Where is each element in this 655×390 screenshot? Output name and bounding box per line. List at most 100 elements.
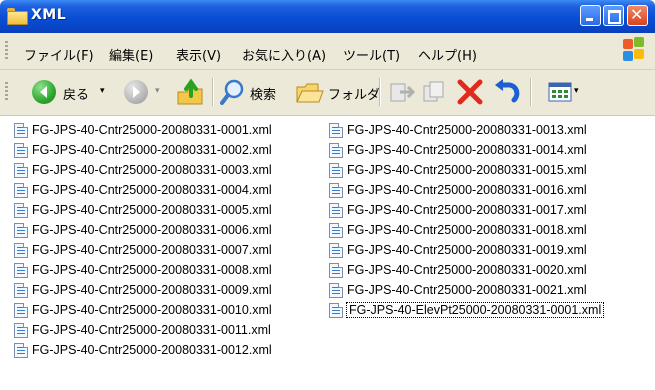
menu-grip[interactable] bbox=[5, 41, 8, 61]
xml-file-icon bbox=[329, 282, 343, 298]
window-title: XML bbox=[31, 7, 67, 23]
xml-file-icon bbox=[329, 302, 343, 318]
xml-file-icon bbox=[329, 262, 343, 278]
folders-button[interactable]: フォルダ bbox=[296, 78, 380, 106]
undo-icon bbox=[495, 79, 520, 103]
move-to-button[interactable] bbox=[388, 78, 418, 106]
file-name: FG-JPS-40-Cntr25000-20080331-0017.xml bbox=[347, 203, 587, 217]
file-item[interactable]: FG-JPS-40-Cntr25000-20080331-0018.xml bbox=[329, 221, 587, 239]
delete-button[interactable] bbox=[456, 78, 486, 106]
file-item[interactable]: FG-JPS-40-Cntr25000-20080331-0016.xml bbox=[329, 181, 587, 199]
file-list[interactable]: FG-JPS-40-Cntr25000-20080331-0001.xml FG… bbox=[0, 116, 655, 390]
file-name: FG-JPS-40-Cntr25000-20080331-0009.xml bbox=[32, 283, 272, 297]
xml-file-icon bbox=[329, 222, 343, 238]
file-item[interactable]: FG-JPS-40-Cntr25000-20080331-0007.xml bbox=[14, 241, 272, 259]
file-item[interactable]: FG-JPS-40-Cntr25000-20080331-0010.xml bbox=[14, 301, 272, 319]
menu-view[interactable]: 表示(V) bbox=[176, 45, 221, 64]
file-item[interactable]: FG-JPS-40-Cntr25000-20080331-0005.xml bbox=[14, 201, 272, 219]
back-arrow-icon bbox=[32, 80, 56, 104]
file-item[interactable]: FG-JPS-40-Cntr25000-20080331-0006.xml bbox=[14, 221, 272, 239]
up-folder-icon bbox=[177, 78, 203, 105]
xml-file-icon bbox=[14, 242, 28, 258]
xml-file-icon bbox=[329, 242, 343, 258]
file-item[interactable]: FG-JPS-40-Cntr25000-20080331-0012.xml bbox=[14, 341, 272, 359]
menu-tools[interactable]: ツール(T) bbox=[343, 45, 400, 64]
forward-arrow-icon bbox=[124, 80, 148, 104]
file-name: FG-JPS-40-Cntr25000-20080331-0003.xml bbox=[32, 163, 272, 177]
file-name: FG-JPS-40-Cntr25000-20080331-0001.xml bbox=[32, 123, 272, 137]
menu-edit[interactable]: 編集(E) bbox=[109, 45, 153, 64]
maximize-button[interactable] bbox=[603, 5, 624, 26]
file-item[interactable]: FG-JPS-40-Cntr25000-20080331-0017.xml bbox=[329, 201, 587, 219]
file-item[interactable]: FG-JPS-40-Cntr25000-20080331-0008.xml bbox=[14, 261, 272, 279]
file-name: FG-JPS-40-Cntr25000-20080331-0004.xml bbox=[32, 183, 272, 197]
search-button[interactable]: 検索 bbox=[220, 78, 290, 106]
up-button[interactable] bbox=[176, 78, 208, 106]
views-icon bbox=[548, 82, 572, 102]
file-name: FG-JPS-40-Cntr25000-20080331-0011.xml bbox=[32, 323, 271, 337]
forward-dropdown-icon[interactable]: ▾ bbox=[155, 86, 160, 96]
views-button[interactable]: ▾ bbox=[548, 78, 590, 106]
menu-file[interactable]: ファイル(F) bbox=[24, 45, 94, 64]
xml-file-icon bbox=[329, 202, 343, 218]
toolbar-separator bbox=[530, 78, 532, 106]
close-button[interactable]: ✕ bbox=[627, 5, 648, 26]
search-label: 検索 bbox=[250, 88, 277, 103]
xml-file-icon bbox=[14, 282, 28, 298]
file-name: FG-JPS-40-Cntr25000-20080331-0002.xml bbox=[32, 143, 272, 157]
close-icon: ✕ bbox=[630, 5, 644, 24]
file-item[interactable]: FG-JPS-40-Cntr25000-20080331-0003.xml bbox=[14, 161, 272, 179]
file-item[interactable]: FG-JPS-40-Cntr25000-20080331-0021.xml bbox=[329, 281, 587, 299]
file-item[interactable]: FG-JPS-40-Cntr25000-20080331-0014.xml bbox=[329, 141, 587, 159]
title-bar[interactable]: XML ✕ bbox=[0, 0, 655, 33]
file-item-focused[interactable]: FG-JPS-40-ElevPt25000-20080331-0001.xml bbox=[329, 301, 605, 319]
file-name: FG-JPS-40-Cntr25000-20080331-0015.xml bbox=[347, 163, 587, 177]
copy-to-button[interactable] bbox=[421, 78, 451, 106]
xml-file-icon bbox=[14, 202, 28, 218]
file-name: FG-JPS-40-Cntr25000-20080331-0021.xml bbox=[347, 283, 587, 297]
file-name: FG-JPS-40-Cntr25000-20080331-0007.xml bbox=[32, 243, 272, 257]
file-name: FG-JPS-40-Cntr25000-20080331-0006.xml bbox=[32, 223, 272, 237]
file-item[interactable]: FG-JPS-40-Cntr25000-20080331-0004.xml bbox=[14, 181, 272, 199]
maximize-icon bbox=[608, 10, 621, 24]
toolbar-separator bbox=[212, 78, 214, 106]
file-item[interactable]: FG-JPS-40-Cntr25000-20080331-0001.xml bbox=[14, 121, 272, 139]
file-name: FG-JPS-40-Cntr25000-20080331-0013.xml bbox=[347, 123, 587, 137]
explorer-window: XML ✕ ファイル(F) 編集(E) 表示(V) お気に入り(A) ツール(T… bbox=[0, 0, 655, 390]
minimize-icon bbox=[586, 18, 593, 21]
xml-file-icon bbox=[14, 342, 28, 358]
file-item[interactable]: FG-JPS-40-Cntr25000-20080331-0011.xml bbox=[14, 321, 271, 339]
windows-logo-icon bbox=[622, 37, 646, 65]
back-label: 戻る bbox=[63, 88, 90, 103]
file-item[interactable]: FG-JPS-40-Cntr25000-20080331-0013.xml bbox=[329, 121, 587, 139]
file-name: FG-JPS-40-Cntr25000-20080331-0019.xml bbox=[347, 243, 587, 257]
xml-file-icon bbox=[329, 142, 343, 158]
file-item[interactable]: FG-JPS-40-Cntr25000-20080331-0002.xml bbox=[14, 141, 272, 159]
menu-help[interactable]: ヘルプ(H) bbox=[418, 45, 477, 64]
file-item[interactable]: FG-JPS-40-Cntr25000-20080331-0019.xml bbox=[329, 241, 587, 259]
minimize-button[interactable] bbox=[580, 5, 601, 26]
xml-file-icon bbox=[14, 302, 28, 318]
xml-file-icon bbox=[329, 162, 343, 178]
toolbar-grip[interactable] bbox=[5, 82, 8, 102]
copy-to-icon bbox=[423, 81, 444, 102]
back-button[interactable]: 戻る ▾ bbox=[32, 78, 114, 106]
xml-file-icon bbox=[14, 262, 28, 278]
file-name: FG-JPS-40-Cntr25000-20080331-0012.xml bbox=[32, 343, 272, 357]
file-item[interactable]: FG-JPS-40-Cntr25000-20080331-0009.xml bbox=[14, 281, 272, 299]
back-dropdown-icon[interactable]: ▾ bbox=[100, 86, 105, 96]
xml-file-icon bbox=[14, 322, 28, 338]
views-dropdown-icon[interactable]: ▾ bbox=[574, 86, 579, 96]
move-to-icon bbox=[390, 83, 416, 102]
file-item[interactable]: FG-JPS-40-Cntr25000-20080331-0020.xml bbox=[329, 261, 587, 279]
file-name: FG-JPS-40-Cntr25000-20080331-0008.xml bbox=[32, 263, 272, 277]
menu-favorites[interactable]: お気に入り(A) bbox=[242, 45, 326, 64]
file-item[interactable]: FG-JPS-40-Cntr25000-20080331-0015.xml bbox=[329, 161, 587, 179]
undo-button[interactable] bbox=[492, 78, 524, 106]
xml-file-icon bbox=[14, 222, 28, 238]
file-name: FG-JPS-40-Cntr25000-20080331-0020.xml bbox=[347, 263, 587, 277]
toolbar: 戻る ▾ ▾ 検索 フォルダ ▾ bbox=[0, 70, 655, 116]
file-name: FG-JPS-40-Cntr25000-20080331-0010.xml bbox=[32, 303, 272, 317]
toolbar-separator bbox=[379, 78, 381, 106]
forward-button[interactable]: ▾ bbox=[124, 78, 170, 106]
